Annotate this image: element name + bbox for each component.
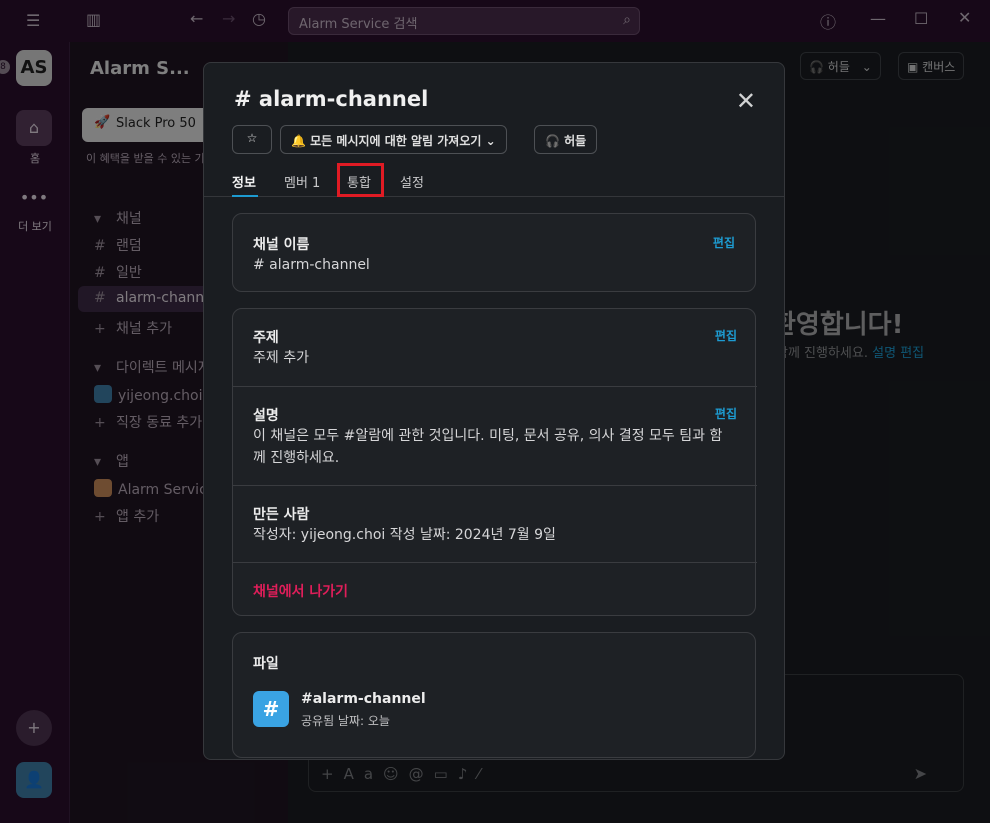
channel-file-icon: # bbox=[253, 691, 289, 727]
modal-title: # alarm-channel bbox=[234, 87, 429, 111]
leave-row[interactable]: 채널에서 나가기 bbox=[233, 562, 757, 616]
leave-channel-button[interactable]: 채널에서 나가기 bbox=[253, 581, 348, 601]
files-label: 파일 bbox=[253, 656, 279, 672]
tab-members[interactable]: 멤버 1 bbox=[284, 172, 320, 191]
description-label: 설명 bbox=[253, 408, 279, 424]
modal-tabs: 정보 멤버 1 통합 설정 bbox=[204, 169, 784, 197]
headphones-icon: 🎧 bbox=[545, 134, 560, 148]
star-icon: ☆ bbox=[246, 131, 258, 145]
tab-info[interactable]: 정보 bbox=[232, 172, 256, 191]
edit-topic-button[interactable]: 편집 bbox=[715, 327, 737, 344]
notification-settings-button[interactable]: 🔔 모든 메시지에 대한 알림 가져오기 ⌄ bbox=[280, 125, 507, 154]
channel-name-card[interactable]: 채널 이름 # alarm-channel 편집 bbox=[232, 213, 756, 292]
chevron-down-icon: ⌄ bbox=[485, 134, 496, 148]
close-icon[interactable]: ✕ bbox=[736, 87, 756, 115]
edit-description-button[interactable]: 편집 bbox=[715, 405, 737, 422]
topic-label: 주제 bbox=[253, 330, 279, 346]
file-shared-date: 공유됨 날짜: 오늘 bbox=[301, 714, 390, 728]
files-card: 파일 # #alarm-channel 공유됨 날짜: 오늘 bbox=[232, 632, 756, 758]
description-row[interactable]: 설명 이 채널은 모두 #알람에 관한 것입니다. 미팅, 문서 공유, 의사 … bbox=[233, 386, 757, 485]
huddle-button[interactable]: 🎧 허들 bbox=[534, 125, 598, 154]
active-tab-indicator bbox=[232, 195, 258, 197]
star-button[interactable]: ☆ bbox=[232, 125, 272, 154]
creator-label: 만든 사람 bbox=[253, 507, 310, 523]
channel-name-value: # alarm-channel bbox=[253, 257, 370, 273]
creator-row: 만든 사람 작성자: yijeong.choi 작성 날짜: 2024년 7월 … bbox=[233, 485, 757, 562]
description-value: 이 채널은 모두 #알람에 관한 것입니다. 미팅, 문서 공유, 의사 결정 … bbox=[253, 428, 723, 466]
file-name[interactable]: #alarm-channel bbox=[301, 691, 426, 707]
topic-value: 주제 추가 bbox=[253, 350, 309, 366]
creator-value: 작성자: yijeong.choi 작성 날짜: 2024년 7월 9일 bbox=[253, 527, 556, 543]
channel-details-card: 주제 주제 추가 편집 설명 이 채널은 모두 #알람에 관한 것입니다. 미팅… bbox=[232, 308, 757, 616]
bell-icon: 🔔 bbox=[291, 134, 306, 148]
huddle-label: 허들 bbox=[564, 134, 587, 148]
channel-details-modal: # alarm-channel ✕ ☆ 🔔 모든 메시지에 대한 알림 가져오기… bbox=[203, 62, 785, 760]
notification-settings-label: 모든 메시지에 대한 알림 가져오기 bbox=[310, 134, 482, 148]
integrations-tab-highlight bbox=[337, 163, 384, 197]
channel-name-label: 채널 이름 bbox=[253, 237, 310, 253]
topic-row[interactable]: 주제 주제 추가 편집 bbox=[233, 309, 757, 386]
tab-settings[interactable]: 설정 bbox=[400, 172, 424, 191]
edit-channel-name-button[interactable]: 편집 bbox=[713, 234, 735, 251]
